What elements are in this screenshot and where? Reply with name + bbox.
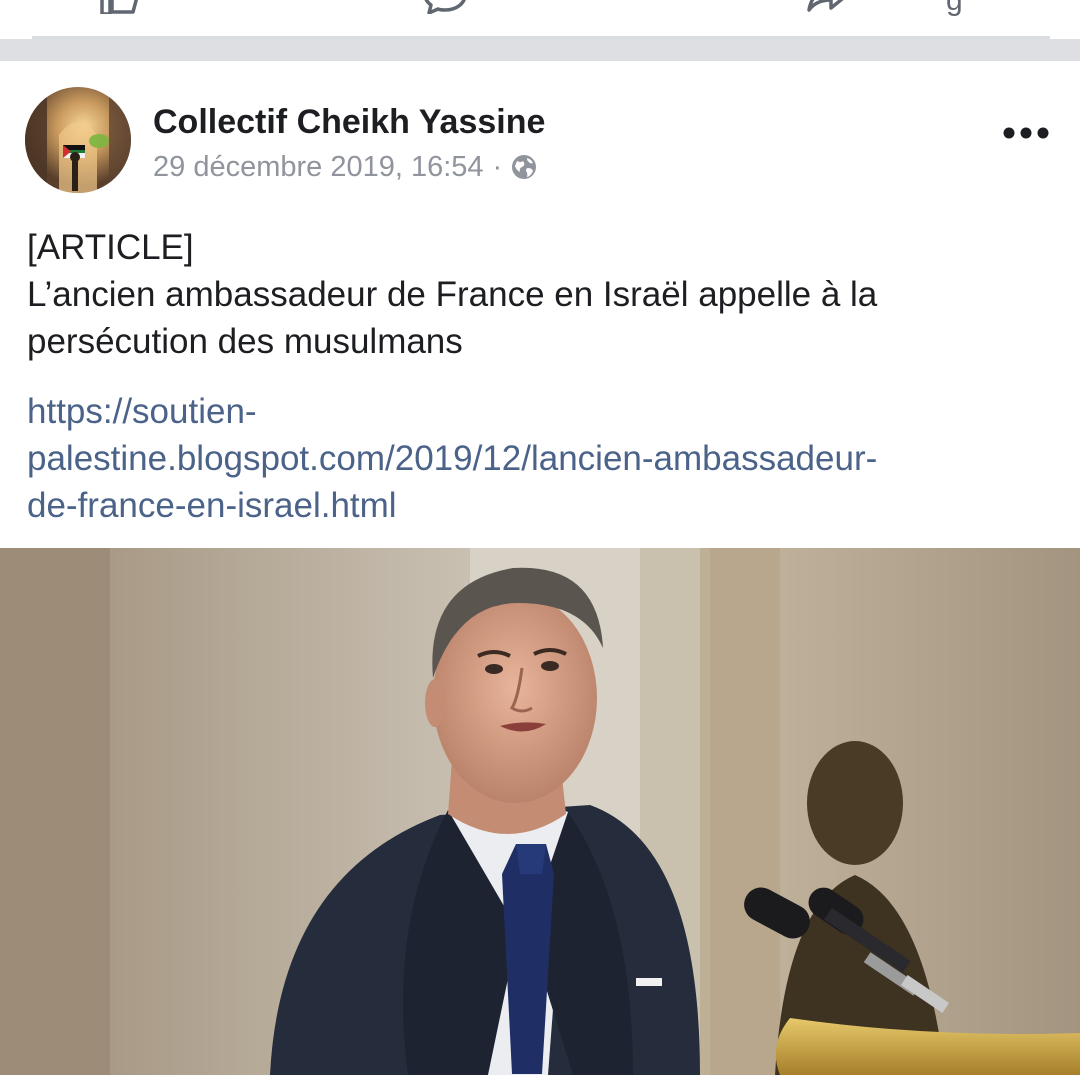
- link-text-line[interactable]: https://soutien-: [27, 388, 1057, 435]
- link-text-line[interactable]: de-france-en-israel.html: [27, 482, 1057, 529]
- post-meta: 29 décembre 2019, 16:54 ·: [153, 149, 537, 185]
- author-avatar[interactable]: [25, 87, 131, 193]
- like-icon[interactable]: [96, 0, 142, 14]
- previous-post-action-bar: g: [0, 0, 1080, 40]
- article-link[interactable]: https://soutien- palestine.blogspot.com/…: [27, 388, 1057, 529]
- photo-speaker-at-podium: [0, 548, 1080, 1075]
- avatar-image: [25, 87, 131, 193]
- post-text-line: [ARTICLE]: [27, 228, 194, 267]
- share-icon[interactable]: [805, 0, 851, 14]
- link-text-line[interactable]: palestine.blogspot.com/2019/12/lancien-a…: [27, 435, 1057, 482]
- meta-separator: ·: [492, 150, 503, 183]
- author-name[interactable]: Collectif Cheikh Yassine: [153, 103, 545, 142]
- post-message: [ARTICLE] L’ancien ambassadeur de France…: [27, 224, 1057, 365]
- comment-icon[interactable]: [422, 0, 468, 14]
- post-options-button[interactable]: [996, 115, 1056, 151]
- post-photo[interactable]: [0, 548, 1080, 1075]
- post-text-line: L’ancien ambassadeur de France en Israël…: [27, 275, 878, 314]
- post-text-line: persécution des musulmans: [27, 322, 463, 361]
- feed-post: Collectif Cheikh Yassine 29 décembre 201…: [0, 61, 1080, 1075]
- share-label[interactable]: g: [946, 0, 963, 18]
- globe-icon: [512, 155, 537, 179]
- more-dots-icon: [1003, 127, 1049, 139]
- post-timestamp[interactable]: 29 décembre 2019, 16:54: [153, 151, 484, 184]
- feed-separator: [0, 39, 1080, 61]
